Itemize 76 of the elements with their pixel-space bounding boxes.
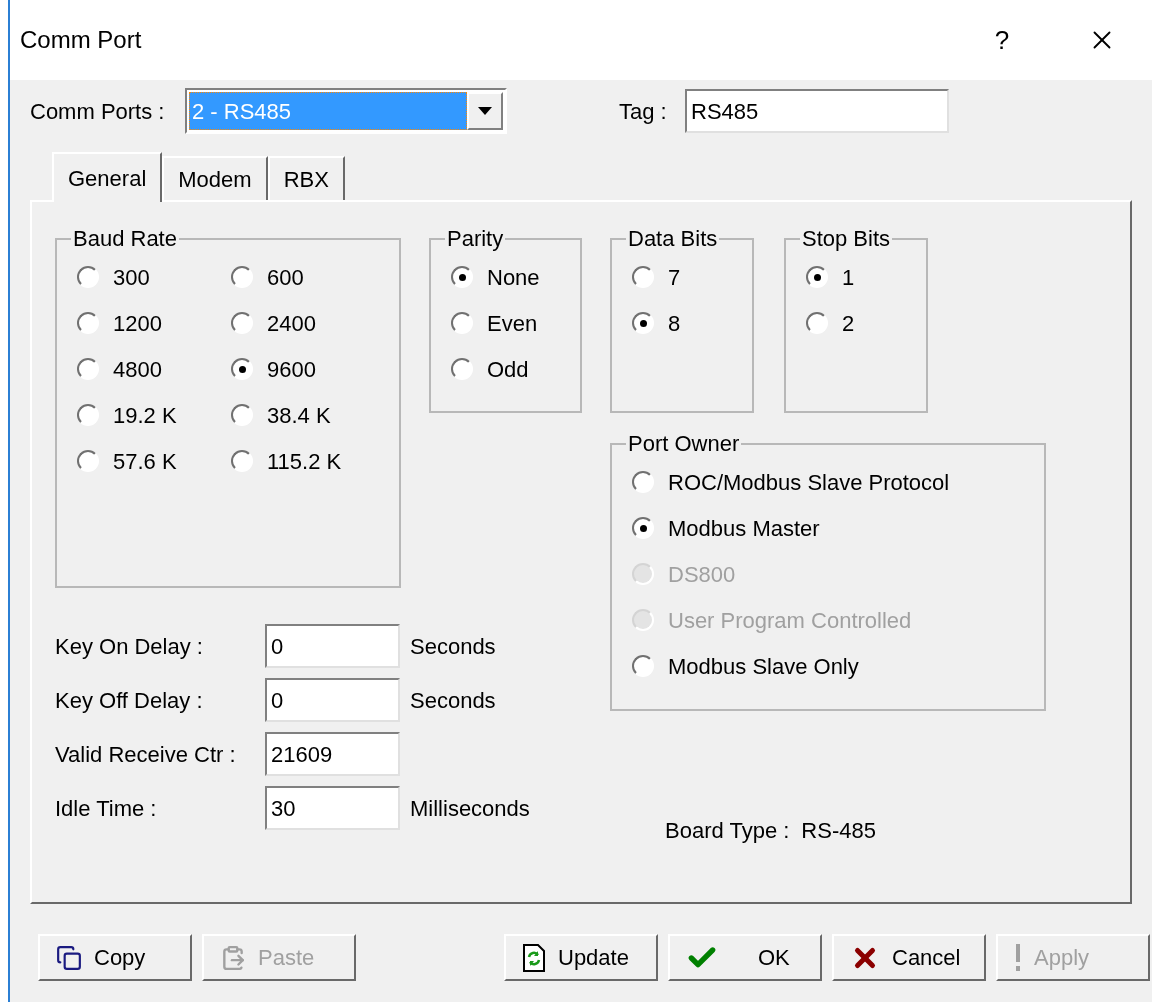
group-title: Parity [446,228,505,250]
radio-button[interactable] [632,266,654,288]
input-field[interactable]: 0 [265,678,400,722]
radio-label: 2 [842,309,855,338]
radio-label: Even [487,309,538,338]
group-title: Baud Rate [72,228,178,250]
tab[interactable]: Modem [162,156,268,200]
radio-label: 1 [842,263,855,292]
unit-label: Milliseconds [410,794,530,823]
field-label: Tag : [619,97,668,126]
radio-label: 8 [668,309,681,338]
radio-button[interactable] [231,450,253,472]
board-type-value: RS-485 [801,817,876,845]
radio-label: 38.4 K [267,401,331,430]
refresh-document-icon [522,942,546,973]
unit-label: Seconds [410,632,496,661]
radio-button[interactable] [231,358,253,380]
radio-label: 57.6 K [113,447,177,476]
unit-label: Seconds [410,686,496,715]
window-title: Comm Port [20,25,143,55]
radio-button[interactable] [231,266,253,288]
radio-button[interactable] [632,471,654,493]
field-label: Key On Delay : [55,632,204,661]
tag-field[interactable]: RS485 [685,89,949,133]
radio-button[interactable] [632,655,654,677]
input-field[interactable]: 30 [265,786,400,830]
radio-label: User Program Controlled [668,606,912,635]
copy-icon [56,944,82,971]
ok-button[interactable]: OK [668,934,822,981]
radio-label: 9600 [267,355,316,384]
radio-button[interactable] [231,312,253,334]
field-label: Valid Receive Ctr : [55,740,237,769]
group-title: Data Bits [627,228,719,250]
radio-label: None [487,263,540,292]
copy-button[interactable]: Copy [38,934,192,981]
radio-button[interactable] [77,358,99,380]
update-button[interactable]: Update [504,934,658,981]
radio-label: 19.2 K [113,401,177,430]
radio-label: 600 [267,263,304,292]
field-label: Key Off Delay : [55,686,204,715]
radio-button[interactable] [632,312,654,334]
radio-label: Modbus Master [668,514,820,543]
field-label: Comm Ports : [30,97,166,126]
radio-button[interactable] [451,266,473,288]
clipboard-icon [220,944,246,971]
cancel-button[interactable]: Cancel [832,934,986,981]
radio-label: 2400 [267,309,316,338]
radio-button[interactable] [806,312,828,334]
radio-label: DS800 [668,560,736,589]
field-label: Idle Time : [55,794,158,823]
radio-button[interactable] [77,266,99,288]
radio-label: 1200 [113,309,162,338]
radio-button[interactable] [77,404,99,426]
exclamation-icon [1014,943,1022,972]
radio-button[interactable] [451,312,473,334]
radio-button[interactable] [77,312,99,334]
radio-label: 7 [668,263,681,292]
radio-label: 300 [113,263,150,292]
radio-button[interactable] [806,266,828,288]
radio-label: 4800 [113,355,162,384]
radio-label: Modbus Slave Only [668,652,859,681]
radio-label: ROC/Modbus Slave Protocol [668,468,950,497]
input-field[interactable]: 0 [265,624,400,668]
radio-button[interactable] [77,450,99,472]
tab[interactable]: General [52,152,163,202]
radio-button[interactable] [632,517,654,539]
group-title: Port Owner [627,433,741,455]
group-title: Stop Bits [801,228,892,250]
radio-label: 115.2 K [267,447,342,476]
radio-button[interactable] [451,358,473,380]
tab[interactable]: RBX [267,156,345,200]
radio-label: Odd [487,355,529,384]
input-field[interactable]: 21609 [265,732,400,776]
radio-button[interactable] [231,404,253,426]
help-button[interactable]: ? [972,20,1032,60]
board-type-label: Board Type : [665,817,790,845]
